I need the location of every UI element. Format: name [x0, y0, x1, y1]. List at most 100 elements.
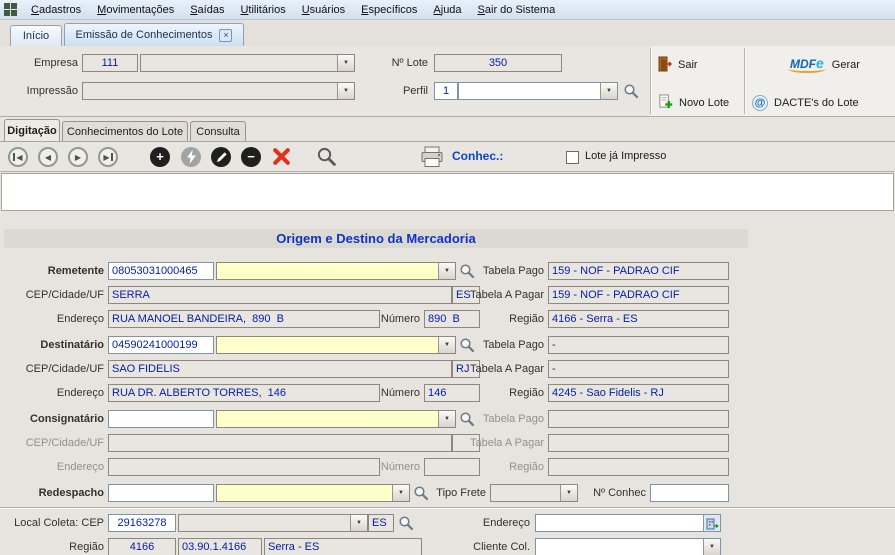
destinatario-endereco-field: RUA DR. ALBERTO TORRES, 146	[108, 384, 380, 402]
chevron-down-icon[interactable]: ▼	[438, 263, 455, 279]
remetente-label: Remetente	[4, 262, 104, 280]
menu-ajuda[interactable]: Ajuda	[425, 2, 469, 18]
search-icon[interactable]	[623, 83, 639, 99]
coleta-cep-input[interactable]: 29163278	[108, 514, 176, 532]
tab-inicio[interactable]: Início	[10, 25, 62, 46]
mdfe-logo-text: MDF	[790, 57, 816, 71]
menu-saidas[interactable]: Saídas	[182, 2, 232, 18]
last-glyph: ▶	[103, 153, 109, 162]
endereco-label: Endereço	[4, 384, 104, 402]
chevron-down-icon[interactable]: ▼	[337, 55, 354, 71]
menu-usuarios[interactable]: Usuários	[294, 2, 353, 18]
conhecimento-entry-area[interactable]	[1, 173, 894, 211]
conhec-label: Conhec.:	[452, 149, 503, 163]
search-icon[interactable]	[398, 515, 414, 531]
coleta-uf-field: ES	[368, 514, 394, 532]
consignatario-regiao-field	[548, 458, 729, 476]
consignatario-label: Consignatário	[4, 410, 104, 428]
cancel-icon[interactable]	[271, 146, 292, 167]
menu-cadastros[interactable]: Cadastros	[23, 2, 89, 18]
gerar-button[interactable]: MDFe Gerar	[788, 54, 860, 76]
chevron-down-icon[interactable]: ▼	[350, 515, 367, 531]
destinatario-tabela-a-pagar-field: -	[548, 360, 729, 378]
plus-glyph: +	[156, 148, 164, 166]
chevron-down-icon[interactable]: ▼	[392, 485, 409, 501]
tipo-frete-combo[interactable]: A Pagar ▼	[490, 484, 578, 502]
application-window: Cadastros Movimentações Saídas Utilitári…	[0, 0, 895, 555]
perfil-code-field[interactable]: 1	[434, 82, 458, 100]
search-icon[interactable]	[413, 485, 429, 501]
remetente-regiao-field: 4166 - Serra - ES	[548, 310, 729, 328]
perfil-combo[interactable]: SUPERVISOR ▼	[458, 82, 618, 100]
consignatario-doc-input[interactable]	[108, 410, 214, 428]
coleta-regiao-ref-field: 03.90.1.4166	[178, 538, 262, 555]
post-record-icon[interactable]	[181, 147, 201, 167]
mdfe-logo-e: e	[816, 55, 824, 71]
cliente-col-combo[interactable]: ▼	[535, 538, 721, 555]
first-record-icon[interactable]: ◀	[8, 147, 28, 167]
print-icon[interactable]	[420, 146, 444, 168]
coleta-cidade-combo[interactable]: SERRA ▼	[178, 514, 368, 532]
chevron-down-icon[interactable]: ▼	[438, 337, 455, 353]
coleta-endereco-input[interactable]	[535, 514, 721, 532]
mdfe-logo: MDFe	[788, 55, 826, 75]
redespacho-label: Redespacho	[4, 484, 104, 502]
regiao-label: Região	[462, 310, 544, 328]
empresa-code-field[interactable]: 111	[82, 54, 138, 72]
chevron-down-icon[interactable]: ▼	[703, 539, 720, 555]
cep-cidade-uf-label: CEP/Cidade/UF	[4, 286, 104, 304]
last-record-icon[interactable]: ▶	[98, 147, 118, 167]
remetente-doc-input[interactable]: 08053031000465	[108, 262, 214, 280]
impressao-label: Impressão	[8, 82, 78, 100]
remetente-name-combo[interactable]: ▼	[216, 262, 456, 280]
chevron-down-icon[interactable]: ▼	[438, 411, 455, 427]
menu-bar: Cadastros Movimentações Saídas Utilitári…	[0, 0, 895, 20]
destinatario-cidade-field: SAO FIDELIS	[108, 360, 452, 378]
search-record-icon[interactable]	[316, 146, 337, 167]
consignatario-name-combo[interactable]: ▼	[216, 410, 456, 428]
empresa-name-combo[interactable]: )... ▼	[140, 54, 355, 72]
menu-especificos[interactable]: Específicos	[353, 2, 425, 18]
dacte-button[interactable]: @ DACTE's do Lote	[752, 92, 859, 114]
remetente-tabela-pago-field: 159 - NOF - PADRAO CIF	[548, 262, 729, 280]
menu-sair-do-sistema[interactable]: Sair do Sistema	[470, 2, 564, 18]
address-browse-icon[interactable]	[703, 515, 720, 531]
no-conhec-input[interactable]	[650, 484, 729, 502]
novo-lote-button[interactable]: Novo Lote	[658, 92, 729, 114]
chevron-down-icon[interactable]: ▼	[337, 83, 354, 99]
redespacho-doc-input[interactable]	[108, 484, 214, 502]
lote-field[interactable]: 350	[434, 54, 562, 72]
redespacho-name-combo[interactable]: ▼	[216, 484, 410, 502]
edit-record-icon[interactable]	[211, 147, 231, 167]
new-lote-icon	[658, 94, 673, 112]
minus-glyph: −	[247, 148, 255, 166]
novo-lote-button-label: Novo Lote	[679, 97, 729, 109]
local-coleta-cep-label: Local Coleta: CEP	[0, 514, 104, 532]
tabela-a-pagar-label: Tabela A Pagar	[462, 286, 544, 304]
regiao-label: Região	[462, 458, 544, 476]
menu-utilitarios[interactable]: Utilitários	[232, 2, 293, 18]
consignatario-tabela-pago-field	[548, 410, 729, 428]
destinatario-doc-input[interactable]: 04590241000199	[108, 336, 214, 354]
close-icon[interactable]: ×	[219, 29, 232, 42]
delete-record-icon[interactable]: −	[241, 147, 261, 167]
next-glyph: ▶	[75, 153, 81, 162]
lote-impresso-label: Lote já Impresso	[585, 150, 666, 162]
prior-glyph: ◀	[45, 153, 51, 162]
next-record-icon[interactable]: ▶	[68, 147, 88, 167]
tab-digitacao[interactable]: Digitação	[4, 119, 60, 141]
tab-emissao-de-conhecimentos[interactable]: Emissão de Conhecimentos ×	[64, 23, 244, 46]
tab-conhecimentos-do-lote[interactable]: Conhecimentos do Lote	[62, 121, 188, 141]
tab-consulta[interactable]: Consulta	[190, 121, 246, 141]
chevron-down-icon[interactable]: ▼	[560, 485, 577, 501]
chevron-down-icon[interactable]: ▼	[600, 83, 617, 99]
impressao-combo[interactable]: Digitação com Impressão em Lote ▼	[82, 82, 355, 100]
destinatario-name-combo[interactable]: S S LTDA ▼	[216, 336, 456, 354]
menu-movimentacoes[interactable]: Movimentações	[89, 2, 182, 18]
app-icon	[4, 3, 17, 16]
add-record-icon[interactable]: +	[150, 147, 170, 167]
sair-button[interactable]: Sair	[658, 54, 698, 76]
consignatario-cidade-field	[108, 434, 452, 452]
lote-impresso-checkbox[interactable]	[566, 151, 579, 164]
prior-record-icon[interactable]: ◀	[38, 147, 58, 167]
